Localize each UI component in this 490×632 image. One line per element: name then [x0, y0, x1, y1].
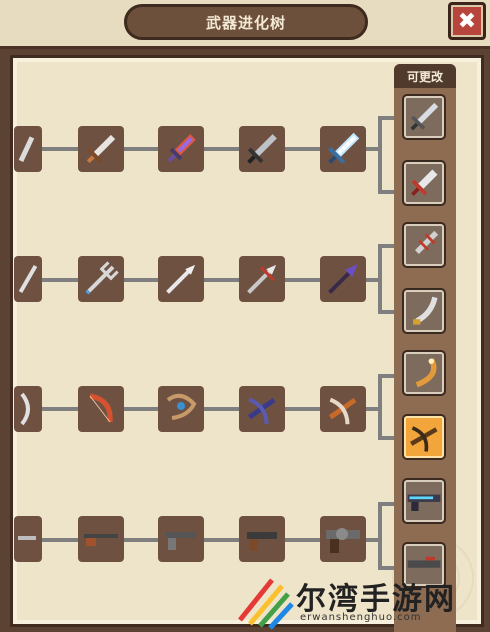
branch-row-2 [378, 244, 382, 314]
choice-crossbow[interactable] [402, 414, 446, 460]
choice-golden-boomerang[interactable] [402, 350, 446, 396]
trident-icon [85, 261, 119, 295]
weapon-node-gun-4[interactable] [239, 516, 285, 562]
pistol-icon [166, 532, 196, 550]
weapon-node-sword-1[interactable] [14, 126, 42, 172]
branch-row-4 [378, 502, 382, 568]
gun-icon [18, 536, 36, 540]
bow-icon [166, 393, 197, 420]
crossbow-icon [247, 397, 276, 425]
choice-twisted-blade[interactable] [402, 222, 446, 268]
sword-icon [18, 136, 35, 163]
bow-icon [20, 392, 30, 426]
title-bar: 武器进化树 ✖ [0, 0, 490, 49]
dagger-icon [411, 169, 438, 196]
weapon-node-bow-2[interactable] [78, 386, 124, 432]
dark-spear-icon [328, 264, 358, 294]
close-button[interactable]: ✖ [448, 2, 486, 40]
choice-curved-scimitar[interactable] [402, 288, 446, 334]
branch-row-1 [378, 116, 382, 194]
choice-silver-sword[interactable] [402, 94, 446, 140]
weapon-node-gun-3[interactable] [158, 516, 204, 562]
weapon-node-gun-2[interactable] [78, 516, 124, 562]
bow-icon [89, 393, 113, 423]
ice-sword-icon [328, 132, 360, 164]
crossbow-icon [328, 397, 357, 425]
weapon-node-bow-3[interactable] [158, 386, 204, 432]
weapon-node-spear-1[interactable] [14, 256, 42, 302]
weapon-node-spear-4[interactable] [239, 256, 285, 302]
plasma-rifle-icon [407, 494, 441, 511]
revolver-icon [247, 532, 277, 551]
weapon-node-sword-3[interactable] [158, 126, 204, 172]
weapon-node-spear-3[interactable] [158, 256, 204, 302]
watermark-domain: erwanshenghuo.com [300, 612, 422, 623]
sword-icon [86, 134, 116, 164]
weapon-node-spear-2[interactable] [78, 256, 124, 302]
weapon-node-gun-5[interactable] [320, 516, 366, 562]
branch-row-3 [378, 374, 382, 440]
sword-icon [247, 134, 277, 164]
boomerang-icon [415, 358, 437, 388]
close-icon: ✖ [457, 8, 477, 34]
crystal-dagger-icon [167, 134, 196, 163]
scimitar-icon [413, 296, 438, 325]
crossbow-icon [410, 426, 438, 452]
sword-icon [410, 102, 439, 131]
spear-icon [166, 264, 196, 294]
weapon-node-bow-5[interactable] [320, 386, 366, 432]
choice-crimson-dagger[interactable] [402, 160, 446, 206]
window-title: 武器进化树 [124, 4, 368, 40]
weapon-node-spear-5[interactable] [320, 256, 366, 302]
choice-plasma-rifle[interactable] [402, 478, 446, 524]
musket-icon [84, 534, 118, 546]
heavy-revolver-icon [326, 528, 360, 553]
twisted-blade-icon [415, 230, 439, 254]
sidebar-label: 可更改 [394, 64, 456, 88]
trident-icon [18, 265, 38, 293]
halberd-icon [247, 264, 277, 294]
weapon-node-sword-2[interactable] [78, 126, 124, 172]
weapon-node-bow-4[interactable] [239, 386, 285, 432]
weapon-node-sword-5[interactable] [320, 126, 366, 172]
weapon-node-gun-1[interactable] [14, 516, 42, 562]
weapon-node-sword-4[interactable] [239, 126, 285, 172]
weapon-node-bow-1[interactable] [14, 386, 42, 432]
